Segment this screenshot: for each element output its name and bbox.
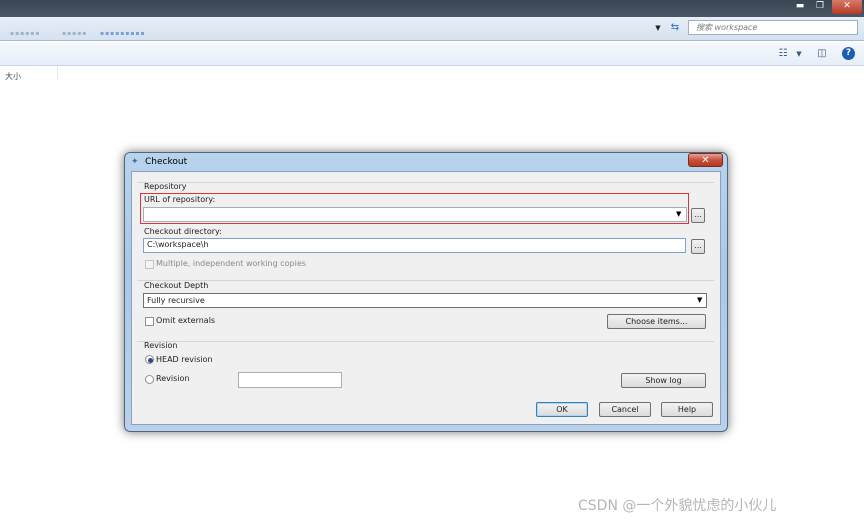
checkout-dir-input[interactable] xyxy=(143,238,686,253)
help-button[interactable]: Help xyxy=(661,402,713,417)
blurred-nav-2: ▪▪▪▪▪ xyxy=(62,30,88,37)
blurred-nav-1: ▪▪▪▪▪▪ xyxy=(10,30,41,37)
repository-group-label: Repository xyxy=(144,182,187,191)
address-dropdown-icon[interactable]: ▼ xyxy=(652,22,664,34)
multiple-copies-checkbox[interactable] xyxy=(145,260,154,269)
depth-group-label: Checkout Depth xyxy=(144,281,209,290)
blurred-nav-3: ▪▪▪▪▪▪▪▪▪ xyxy=(100,30,146,37)
tortoise-svn-icon: ✦ xyxy=(131,157,139,167)
restore-icon[interactable]: ❐ xyxy=(809,0,831,14)
preview-pane-icon[interactable]: ◫ xyxy=(815,47,829,61)
dialog-close-button[interactable]: ✕ xyxy=(688,153,723,167)
url-browse-button[interactable]: ... xyxy=(691,208,705,223)
revision-input[interactable] xyxy=(238,372,342,388)
refresh-icon[interactable]: ⇆ xyxy=(668,21,682,35)
search-placeholder: 搜索 workspace xyxy=(696,23,758,32)
checkout-dir-browse-button[interactable]: ... xyxy=(691,239,705,254)
revision-radio[interactable] xyxy=(145,375,154,384)
radio-selected-dot xyxy=(148,358,153,363)
depth-dropdown-icon[interactable]: ▼ xyxy=(697,294,702,307)
help-icon[interactable]: ? xyxy=(842,47,855,60)
revision-label: Revision xyxy=(156,374,190,383)
depth-selected-value: Fully recursive xyxy=(147,296,205,305)
window-titlebar xyxy=(0,0,864,17)
url-label: URL of repository: xyxy=(144,195,216,204)
choose-items-button[interactable]: Choose items... xyxy=(607,314,706,329)
depth-select[interactable] xyxy=(143,293,707,308)
revision-group-label: Revision xyxy=(144,341,178,350)
omit-externals-checkbox[interactable] xyxy=(145,317,154,326)
show-log-button[interactable]: Show log xyxy=(621,373,706,388)
explorer-toolbar xyxy=(0,42,864,66)
head-revision-label: HEAD revision xyxy=(156,355,213,364)
column-divider xyxy=(57,66,58,80)
view-options-icon[interactable]: ☷ xyxy=(776,47,790,61)
watermark-text: CSDN @一个外貌忧虑的小伙儿 xyxy=(578,498,777,514)
minimize-icon[interactable]: ▬ xyxy=(789,0,811,14)
close-icon[interactable]: ✕ xyxy=(832,0,862,14)
url-dropdown-icon[interactable]: ▼ xyxy=(676,208,681,221)
checkout-dir-value: C:\workspace\h xyxy=(147,240,209,249)
multiple-copies-label: Multiple, independent working copies xyxy=(156,259,306,268)
checkout-dir-label: Checkout directory: xyxy=(144,227,222,236)
url-combobox[interactable] xyxy=(143,207,687,222)
head-revision-radio[interactable] xyxy=(145,355,154,364)
column-header-size[interactable]: 大小 xyxy=(5,71,21,82)
cancel-button[interactable]: Cancel xyxy=(599,402,651,417)
dialog-title: Checkout xyxy=(145,157,188,167)
ok-button[interactable]: OK xyxy=(536,402,588,417)
view-dropdown-icon[interactable]: ▼ xyxy=(792,47,806,61)
omit-externals-label: Omit externals xyxy=(156,316,216,325)
